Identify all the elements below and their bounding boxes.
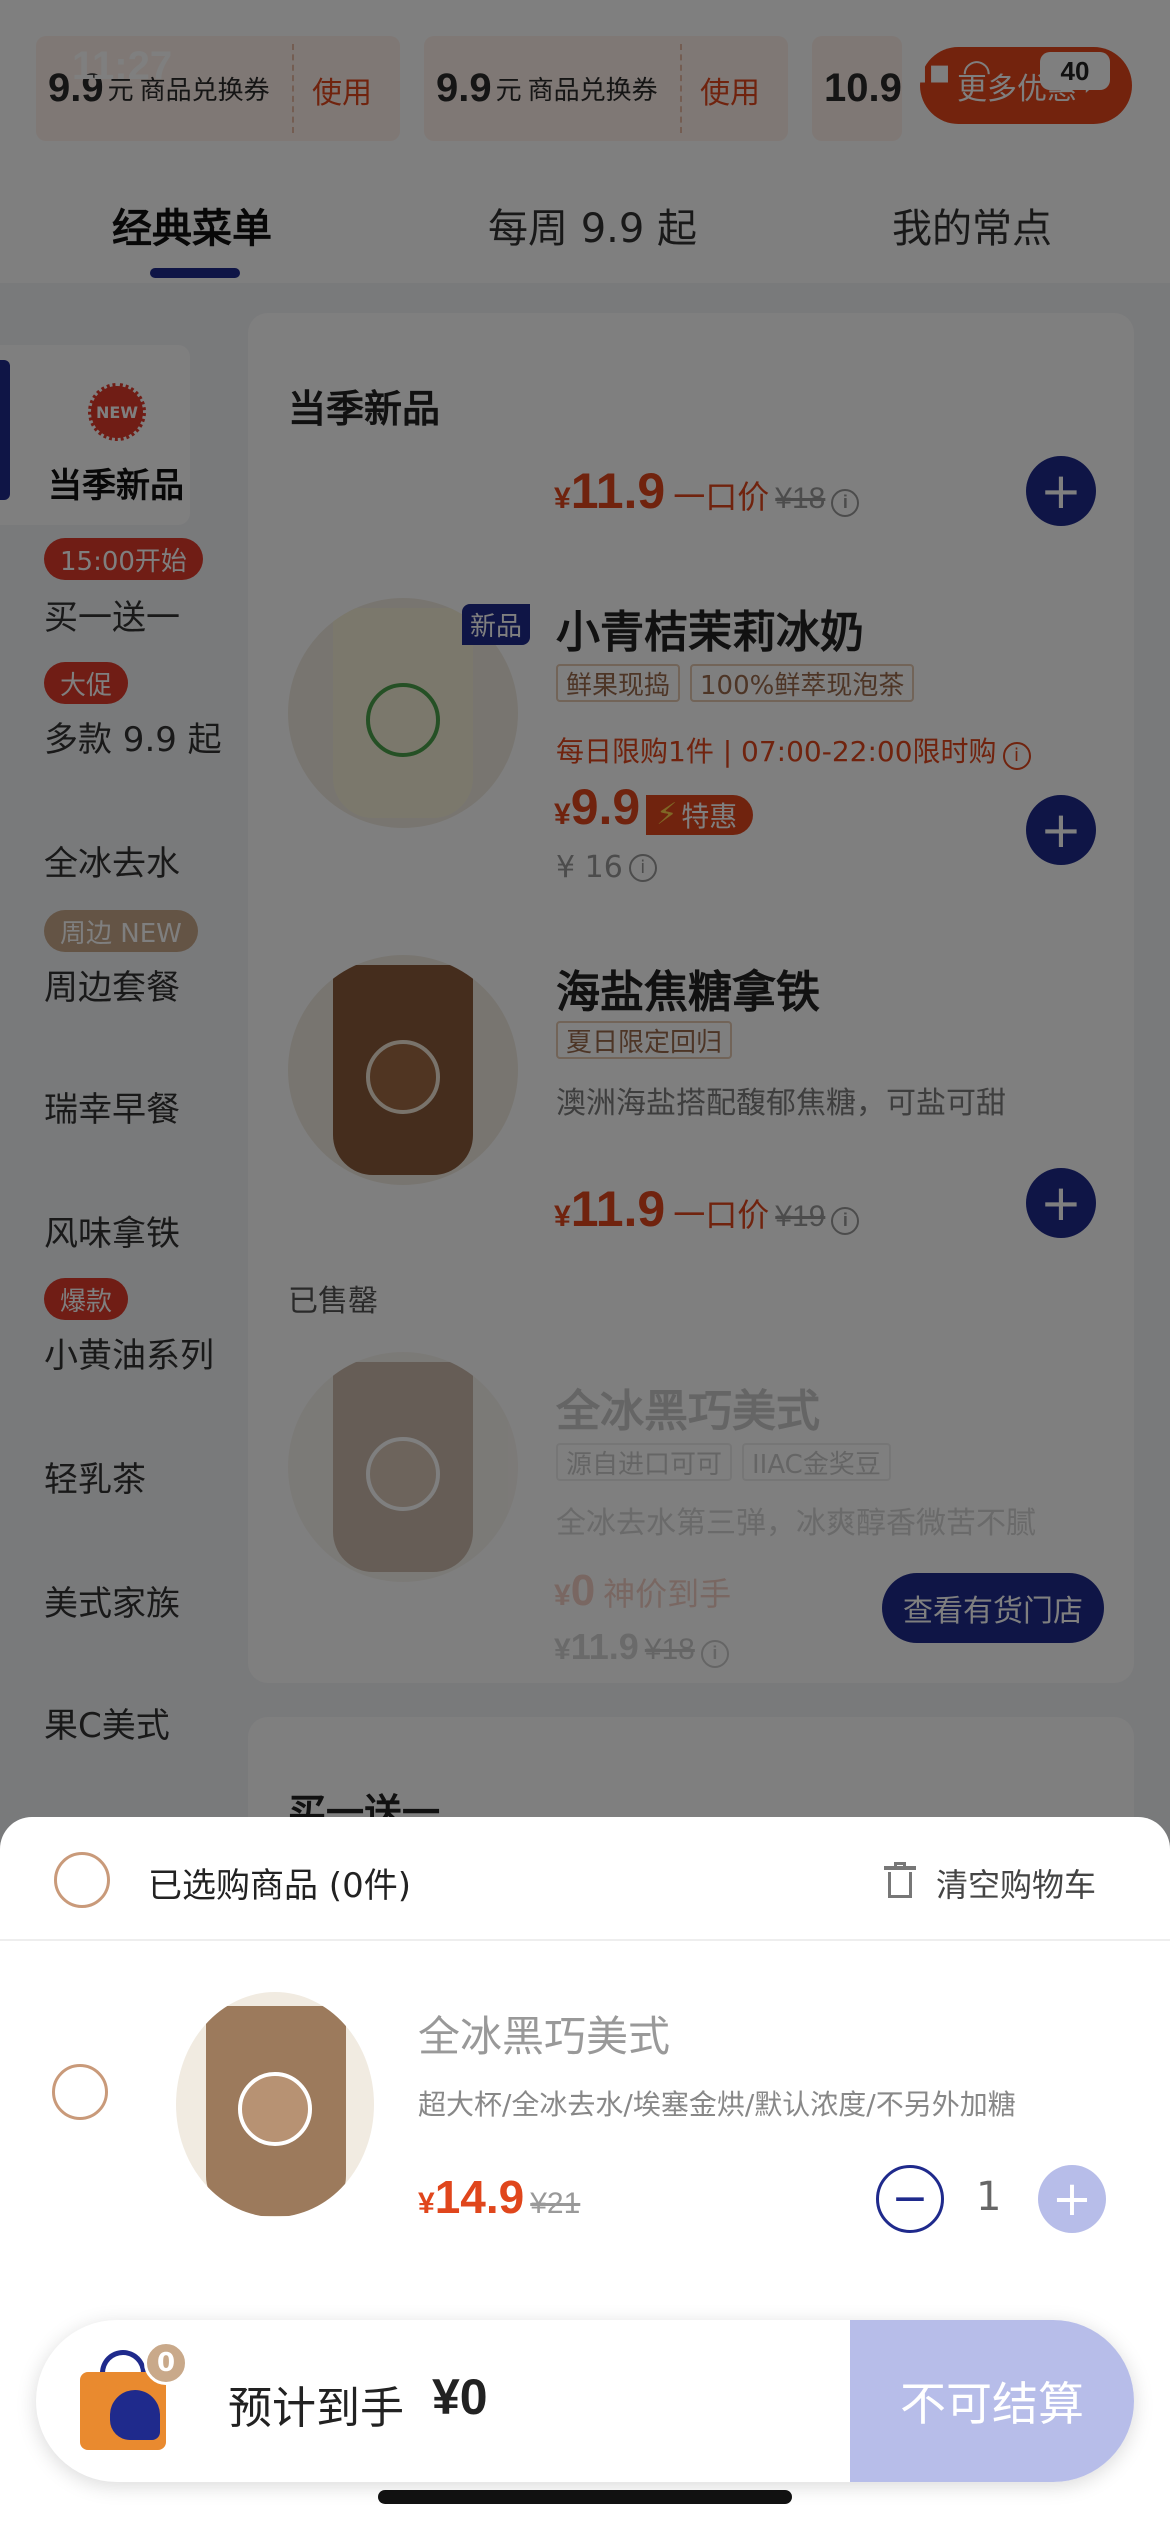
- estimated-total-amount: ¥0: [432, 2369, 488, 2425]
- cart-item-name: 全冰黑巧美式: [418, 2012, 671, 2061]
- decrease-quantity-button[interactable]: −: [876, 2165, 944, 2233]
- quantity-value: 1: [976, 2174, 1002, 2220]
- cart-item-spec: 超大杯/全冰去水/埃塞金烘/默认浓度/不另外加糖: [418, 2088, 1016, 2121]
- select-all-checkbox[interactable]: [54, 1852, 110, 1908]
- item-select-checkbox[interactable]: [52, 2064, 108, 2120]
- cart-title: 已选购商品 (0件): [148, 1866, 411, 1906]
- increase-quantity-button[interactable]: +: [1038, 2165, 1106, 2233]
- bag-count-badge: 0: [144, 2341, 188, 2385]
- trash-icon[interactable]: [884, 1862, 916, 1898]
- estimated-total-label: 预计到手: [228, 2383, 404, 2434]
- cart-item-price: ¥14.9 ¥21: [418, 2171, 581, 2223]
- clear-cart-button[interactable]: 清空购物车: [936, 1860, 1096, 1906]
- checkout-button[interactable]: 不可结算: [850, 2320, 1134, 2482]
- cart-item-image: [176, 1992, 374, 2217]
- home-indicator: [378, 2490, 792, 2504]
